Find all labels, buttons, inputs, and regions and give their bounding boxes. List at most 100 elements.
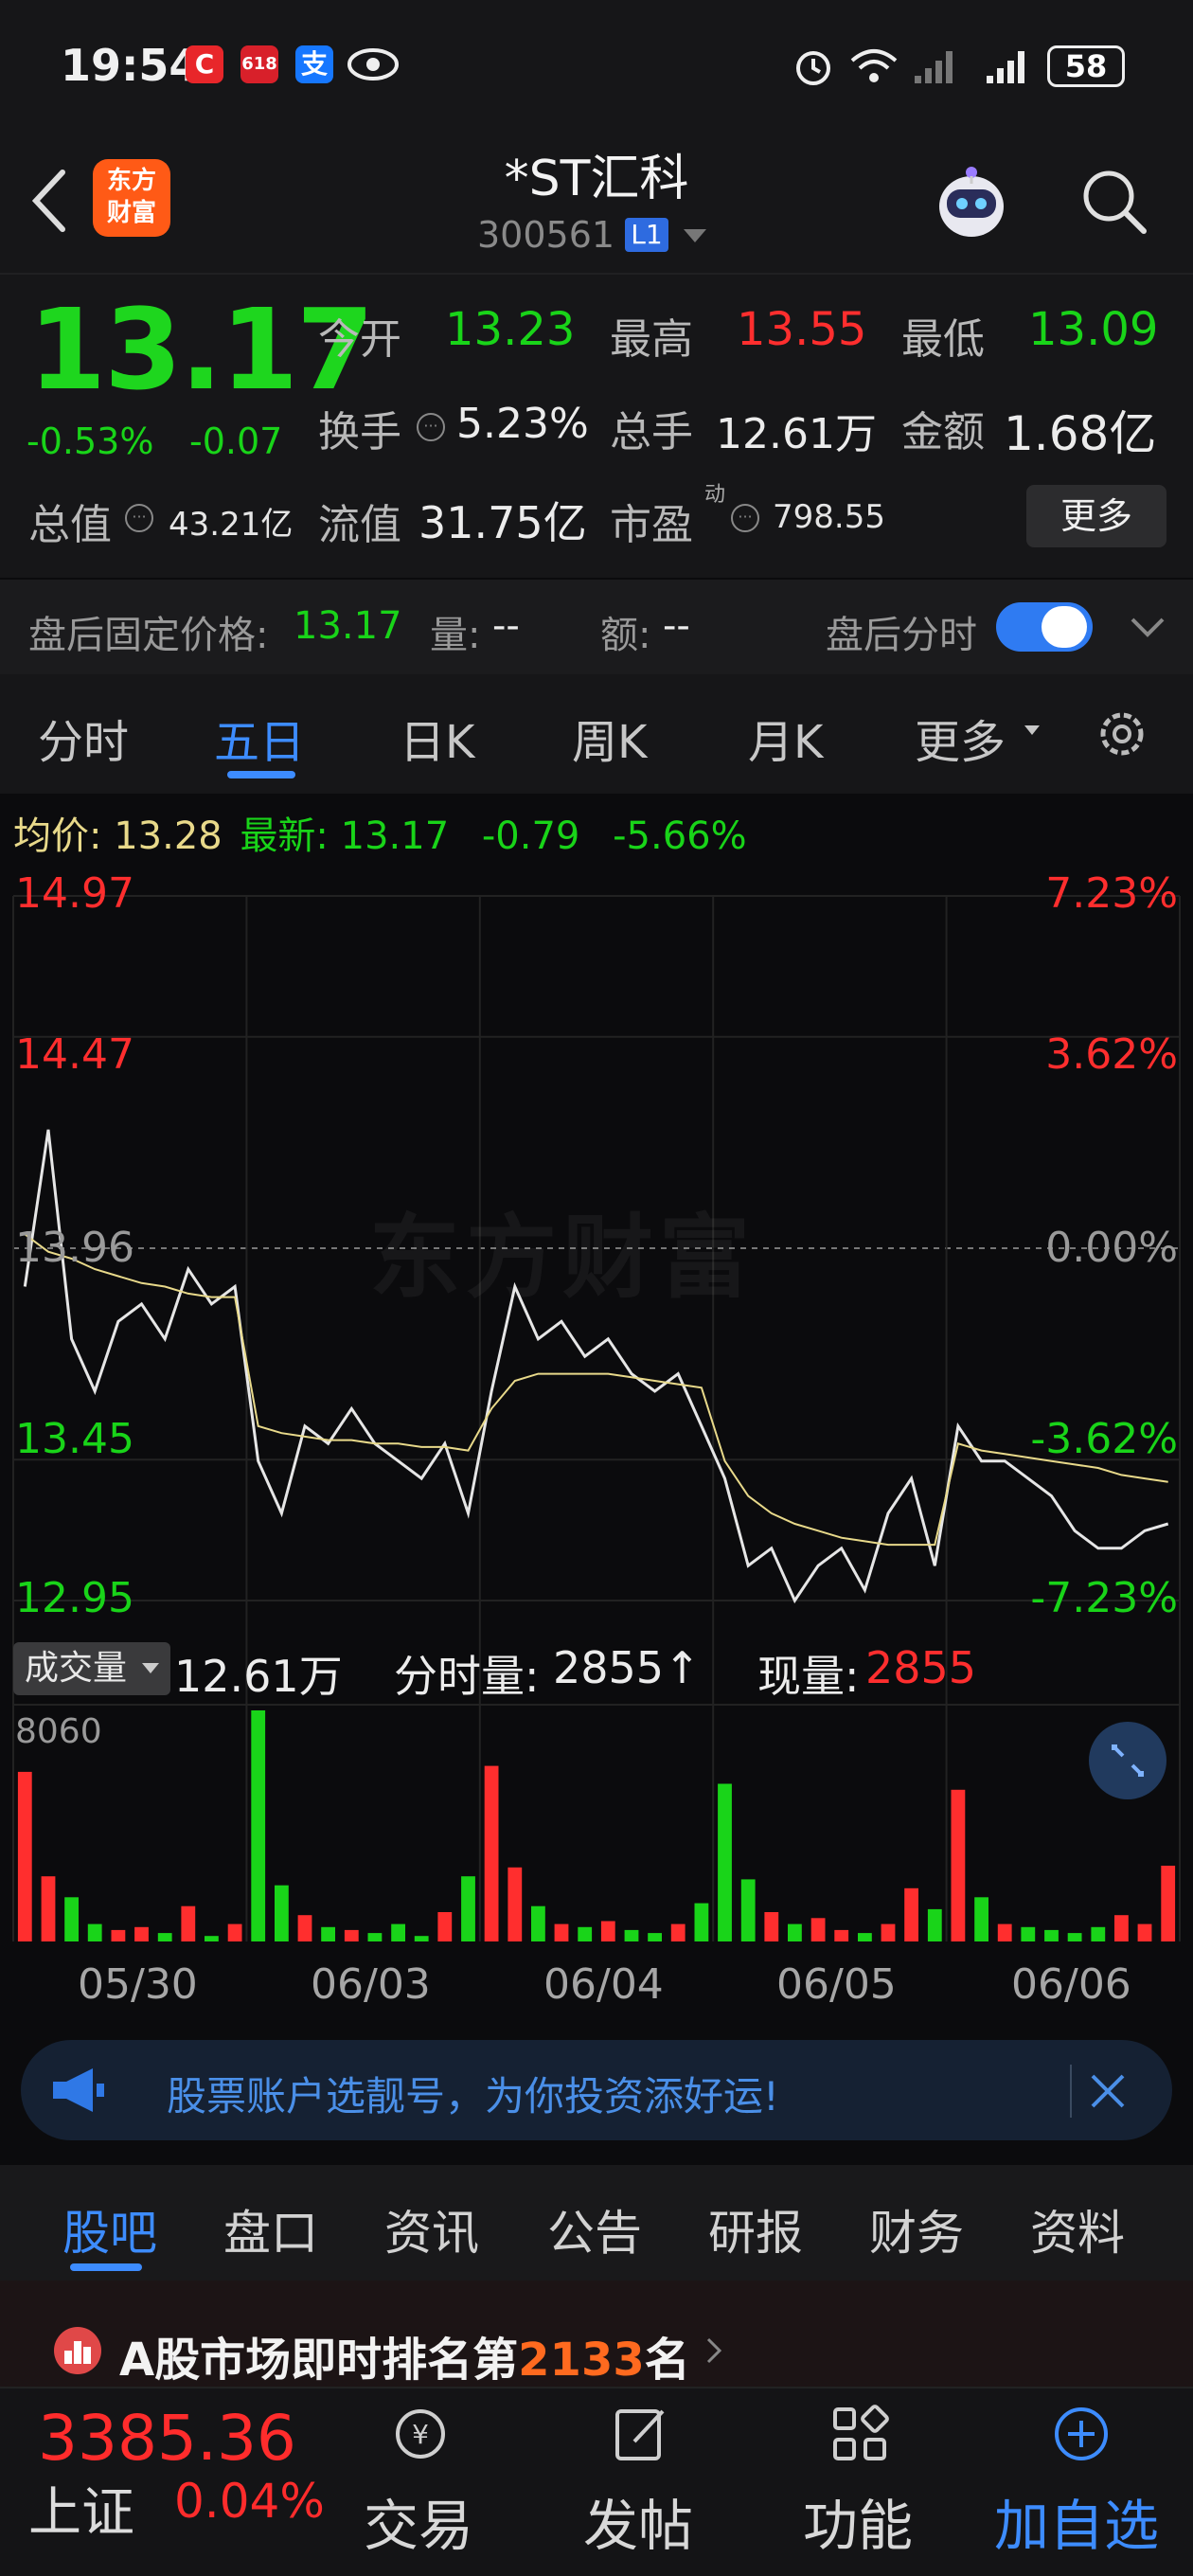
robot-assistant-icon[interactable]	[924, 152, 1019, 246]
more-quote-button[interactable]: 更多	[1026, 485, 1166, 547]
tab-monthly-k[interactable]: 月K	[748, 705, 823, 771]
volume-bar	[927, 1908, 942, 1941]
turnover-value: 5.23%	[456, 400, 589, 448]
index-value[interactable]: 3385.36	[38, 2402, 296, 2475]
banner-text[interactable]: 股票账户选靓号，为你投资添好运!	[167, 2065, 779, 2122]
after-hours-toggle-label: 盘后分时	[826, 614, 977, 657]
float-cap-value: 31.75亿	[418, 497, 587, 548]
tab-forum[interactable]: 股吧	[62, 2195, 157, 2263]
svg-text:¥: ¥	[412, 2419, 429, 2450]
nav-post[interactable]: 发帖	[583, 2481, 693, 2561]
after-hours-volume: --	[492, 604, 520, 648]
volume-bar	[858, 1933, 872, 1941]
pe-label: 市盈	[610, 501, 693, 549]
gear-icon[interactable]	[1093, 705, 1151, 763]
volume-bar	[157, 1933, 172, 1941]
tab-five-day[interactable]: 五日	[214, 705, 305, 771]
tab-weekly-k[interactable]: 周K	[572, 705, 647, 771]
active-tab-indicator	[70, 2263, 142, 2271]
tab-research[interactable]: 研报	[708, 2195, 803, 2263]
market-cap-value: 43.21亿	[169, 506, 294, 544]
search-icon[interactable]	[1076, 163, 1151, 239]
eye-icon	[347, 48, 399, 80]
grid-apps-icon[interactable]	[828, 2402, 892, 2466]
y-tick-left: 14.47	[15, 1030, 134, 1079]
level-badge[interactable]: L1	[625, 218, 668, 252]
wifi-icon	[850, 49, 898, 82]
volume-bar	[740, 1879, 756, 1941]
volume-bar	[834, 1929, 849, 1941]
volume-bar	[670, 1923, 686, 1941]
nav-add-watchlist[interactable]: 加自选	[994, 2481, 1159, 2561]
index-change[interactable]: 0.04%	[174, 2474, 325, 2529]
volume-bar	[997, 1923, 1012, 1941]
volume-bar	[321, 1926, 335, 1941]
volume-bar	[391, 1923, 405, 1941]
tab-intraday[interactable]: 分时	[38, 705, 129, 771]
period-volume-label: 分时量:	[394, 1651, 540, 1702]
volume-bar	[344, 1929, 359, 1941]
nav-trade[interactable]: 交易	[364, 2481, 473, 2561]
info-icon[interactable]: ···	[125, 504, 153, 532]
y-tick-left: 14.97	[15, 869, 134, 918]
current-volume-value: 2855	[865, 1642, 977, 1693]
volume-bar	[904, 1887, 918, 1941]
volume-bar	[951, 1789, 966, 1941]
y-tick-left: 13.45	[15, 1415, 134, 1463]
volume-bar	[810, 1918, 826, 1941]
after-hours-amount: --	[663, 604, 690, 648]
volume-bar	[718, 1783, 732, 1941]
chevron-down-icon[interactable]	[1127, 608, 1168, 646]
volume-bar	[111, 1929, 126, 1941]
period-volume-value: 2855↑	[553, 1642, 701, 1693]
chevron-down-icon[interactable]	[1024, 725, 1040, 735]
rank-number: 2133	[518, 2334, 645, 2387]
chevron-down-icon[interactable]	[142, 1663, 159, 1673]
info-icon[interactable]: ···	[731, 504, 759, 532]
edit-post-icon[interactable]	[610, 2402, 674, 2466]
volume-bar	[1137, 1923, 1152, 1941]
five-day-chart[interactable]	[0, 852, 1193, 1941]
tab-financials[interactable]: 财务	[869, 2195, 964, 2263]
tab-profile[interactable]: 资料	[1030, 2195, 1125, 2263]
y-tick-right: -7.23%	[1030, 1574, 1178, 1622]
tab-orderbook[interactable]: 盘口	[223, 2195, 318, 2263]
volume-bar	[974, 1897, 988, 1941]
info-icon[interactable]: ···	[417, 413, 445, 441]
y-tick-left: 13.96	[15, 1224, 134, 1272]
nav-functions[interactable]: 功能	[803, 2481, 913, 2561]
tab-more[interactable]: 更多	[915, 705, 1006, 771]
tab-news[interactable]: 资讯	[384, 2195, 479, 2263]
chevron-down-icon[interactable]	[684, 229, 706, 242]
volume-bar	[764, 1912, 779, 1941]
volume-bar	[64, 1897, 79, 1941]
y-tick-right: 7.23%	[1045, 869, 1178, 918]
volume-bar	[275, 1885, 289, 1941]
expand-icon	[1112, 1744, 1144, 1777]
volume-bar	[251, 1710, 266, 1941]
chevron-right-icon[interactable]	[703, 2334, 725, 2368]
fullscreen-button[interactable]	[1089, 1722, 1166, 1799]
app-notification-icon: C	[186, 45, 223, 83]
rank-text[interactable]: A股市场即时排名第2133名	[119, 2322, 690, 2388]
trade-icon[interactable]: ¥	[388, 2402, 453, 2466]
volume-max-tick: 8060	[15, 1712, 102, 1751]
after-hours-amount-label: 额:	[600, 614, 651, 657]
float-cap-label: 流值	[318, 501, 401, 549]
add-circle-icon[interactable]	[1049, 2402, 1113, 2466]
amount-label: 金额	[901, 408, 985, 456]
y-tick-right: -3.62%	[1030, 1415, 1178, 1463]
turnover-label: 换手	[318, 408, 401, 456]
tab-announcements[interactable]: 公告	[547, 2195, 642, 2263]
volume-bar	[297, 1915, 312, 1941]
volume-bar	[624, 1929, 639, 1941]
tab-daily-k[interactable]: 日K	[400, 705, 474, 771]
volume-bar	[531, 1905, 545, 1941]
close-icon[interactable]	[1087, 2070, 1129, 2112]
index-name[interactable]: 上证	[28, 2470, 134, 2547]
megaphone-icon	[53, 2068, 104, 2112]
volume-bar	[648, 1933, 662, 1941]
volume-value: 12.61万	[716, 410, 877, 458]
volume-bar	[1091, 1926, 1106, 1941]
x-tick: 06/03	[311, 1960, 431, 2009]
